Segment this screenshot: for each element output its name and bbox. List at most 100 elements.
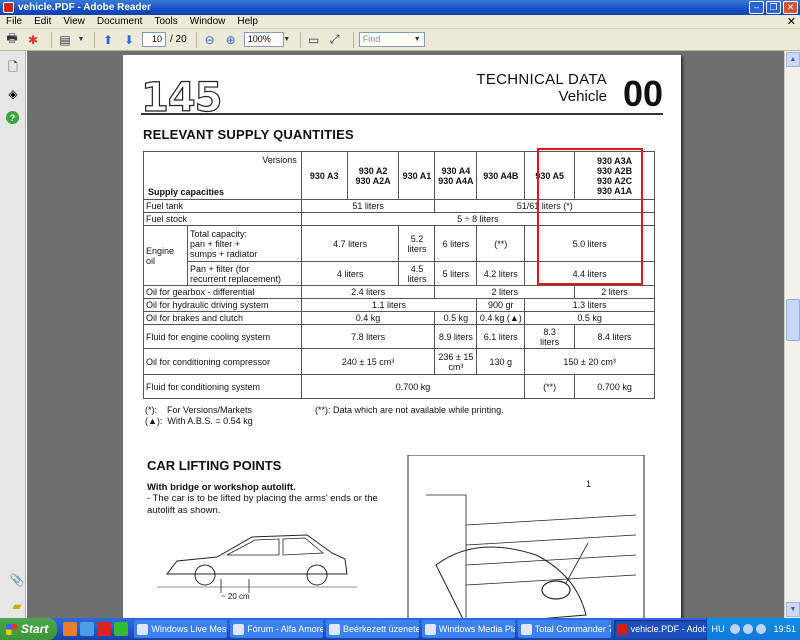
scroll-up-icon[interactable]: ▲ <box>786 52 800 67</box>
row-label: Oil for gearbox - differential <box>143 285 302 299</box>
footnote-abs: (▲): With A.B.S. = 0.54 kg <box>145 416 253 426</box>
menu-view[interactable]: View <box>57 16 91 27</box>
table-cell: 0.700 kg <box>300 374 526 399</box>
table-cell: 51 liters <box>300 199 436 213</box>
print-icon[interactable]: 🖶 <box>4 31 20 48</box>
taskbar-item-media-player[interactable]: Windows Media Player <box>421 620 515 638</box>
language-indicator[interactable]: HU <box>711 624 724 634</box>
menu-bar: File Edit View Document Tools Window Hel… <box>0 15 800 29</box>
minimize-button[interactable]: – <box>749 1 764 14</box>
comments-icon[interactable]: ▰ <box>8 597 26 615</box>
versions-label: Versions <box>262 155 297 165</box>
close-button[interactable]: ✕ <box>783 1 798 14</box>
document-viewer[interactable]: 145 TECHNICAL DATA Vehicle 00 RELEVANT S… <box>27 51 784 618</box>
vertical-scrollbar[interactable]: ▲ ▼ <box>784 51 800 618</box>
version-header: 930 A4B <box>476 151 526 200</box>
dropdown-icon[interactable]: ▼ <box>78 32 85 48</box>
menu-file[interactable]: File <box>0 16 28 27</box>
row-label: Oil for brakes and clutch <box>143 311 302 325</box>
next-page-icon[interactable]: ⬇ <box>121 32 137 48</box>
car-side-drawing <box>157 534 357 593</box>
firefox-icon[interactable] <box>63 622 78 636</box>
quick-launch <box>63 622 131 636</box>
start-button[interactable]: Start <box>0 618 58 640</box>
dropdown-icon[interactable]: ▼ <box>414 33 421 46</box>
footnote-not-available: (**): Data which are not available while… <box>315 405 504 415</box>
table-cell: 8.9 liters <box>434 324 478 349</box>
navigation-pane: 🗋 ◈ ? 📎 ▰ <box>0 51 26 618</box>
red-highlight-box <box>537 148 643 285</box>
taskbar-item-messenger[interactable]: Windows Live Messe... <box>134 620 228 638</box>
adobe-reader-icon <box>616 623 628 635</box>
fit-page-icon[interactable]: ▭ <box>306 32 322 48</box>
lifting-description: - The car is to be lifted by placing the… <box>147 493 378 516</box>
menu-help[interactable]: Help <box>231 16 264 27</box>
messenger-tray-icon[interactable] <box>756 624 767 634</box>
table-row: Oil for hydraulic driving system 1.1 lit… <box>143 298 655 312</box>
zoom-in-icon[interactable]: ⊕ <box>223 32 239 48</box>
header-corner: Versions Supply capacities <box>143 151 302 200</box>
layers-icon[interactable]: ◈ <box>4 85 22 103</box>
dropdown-icon[interactable]: ▼ <box>283 32 290 48</box>
find-input[interactable]: Find ▼ <box>358 32 425 47</box>
table-cell: 8.3 liters <box>524 324 576 349</box>
messenger-icon <box>137 623 149 635</box>
table-cell: 0.4 kg <box>300 311 436 325</box>
fit-width-icon[interactable]: ⤢ <box>327 32 343 48</box>
find-placeholder: Find <box>362 34 381 44</box>
table-cell: 0.4 kg (▲) <box>476 311 526 325</box>
ie-icon[interactable] <box>80 622 95 636</box>
table-cell: 2 liters <box>574 285 655 299</box>
menu-tools[interactable]: Tools <box>148 16 183 27</box>
page-number-input[interactable]: 10 <box>142 32 166 47</box>
opera-icon[interactable] <box>97 622 112 636</box>
scrollbar-thumb[interactable] <box>786 299 800 341</box>
taskbar-item-total-commander[interactable]: Total Commander 7... <box>517 620 611 638</box>
pages-icon[interactable]: 🗋 <box>4 59 22 77</box>
document-icon[interactable]: ▤ <box>57 32 73 48</box>
start-label: Start <box>21 622 49 636</box>
section-title-lifting: CAR LIFTING POINTS <box>147 458 282 473</box>
previous-page-icon[interactable]: ⬆ <box>100 32 116 48</box>
zoom-out-icon[interactable]: ⊖ <box>202 32 218 48</box>
system-tray: HU 19:51 <box>706 618 800 640</box>
table-cell: 236 ± 15 cm³ <box>434 348 478 375</box>
table-cell: 5.2 liters <box>398 225 436 262</box>
collaborate-icon[interactable]: ✱ <box>25 32 41 48</box>
table-cell: 2.4 liters <box>300 285 436 299</box>
menu-document[interactable]: Document <box>91 16 149 27</box>
taskbar-item-mail[interactable]: Beérkezett üzenete... <box>326 620 419 638</box>
table-cell: 4.2 liters <box>476 261 526 286</box>
lifting-subtitle: With bridge or workshop autolift. <box>147 482 296 493</box>
table-cell: 150 ± 20 cm³ <box>524 348 655 375</box>
network-icon[interactable] <box>730 624 741 634</box>
zoom-select[interactable]: 100% <box>243 32 284 47</box>
window-title: vehicle.PDF - Adobe Reader <box>18 2 151 13</box>
table-cell: 7.8 liters <box>300 324 436 349</box>
pdf-page: 145 TECHNICAL DATA Vehicle 00 RELEVANT S… <box>123 55 681 618</box>
document-close-icon[interactable]: ✕ <box>787 15 796 28</box>
table-row: Fluid for conditioning system 0.700 kg (… <box>143 374 655 399</box>
table-row: Fluid for engine cooling system 7.8 lite… <box>143 324 655 349</box>
help-icon[interactable]: ? <box>6 111 19 124</box>
mail-icon <box>329 623 341 635</box>
browser-icon <box>233 623 245 635</box>
menu-edit[interactable]: Edit <box>28 16 57 27</box>
table-cell: 5 liters <box>434 261 478 286</box>
media-icon[interactable] <box>114 622 129 636</box>
taskbar-item-forum[interactable]: Fórum - Alfa Amore:... <box>230 620 324 638</box>
taskbar-item-adobe-reader[interactable]: vehicle.PDF - Adobe... <box>613 620 707 638</box>
table-cell: 130 g <box>476 348 526 375</box>
volume-icon[interactable] <box>743 624 754 634</box>
row-group-label: Engine oil <box>143 225 188 286</box>
scroll-down-icon[interactable]: ▼ <box>786 602 800 617</box>
maximize-button[interactable]: ❐ <box>766 1 781 14</box>
header-number: 00 <box>622 73 663 114</box>
table-cell: 4.5 liters <box>398 261 436 286</box>
table-row: Oil for conditioning compressor 240 ± 15… <box>143 348 655 375</box>
table-row: Oil for gearbox - differential 2.4 liter… <box>143 285 655 299</box>
attachments-icon[interactable]: 📎 <box>8 571 26 589</box>
toolbar-divider <box>51 31 52 48</box>
menu-window[interactable]: Window <box>184 16 232 27</box>
footnote-versions: (*): For Versions/Markets <box>145 405 253 415</box>
